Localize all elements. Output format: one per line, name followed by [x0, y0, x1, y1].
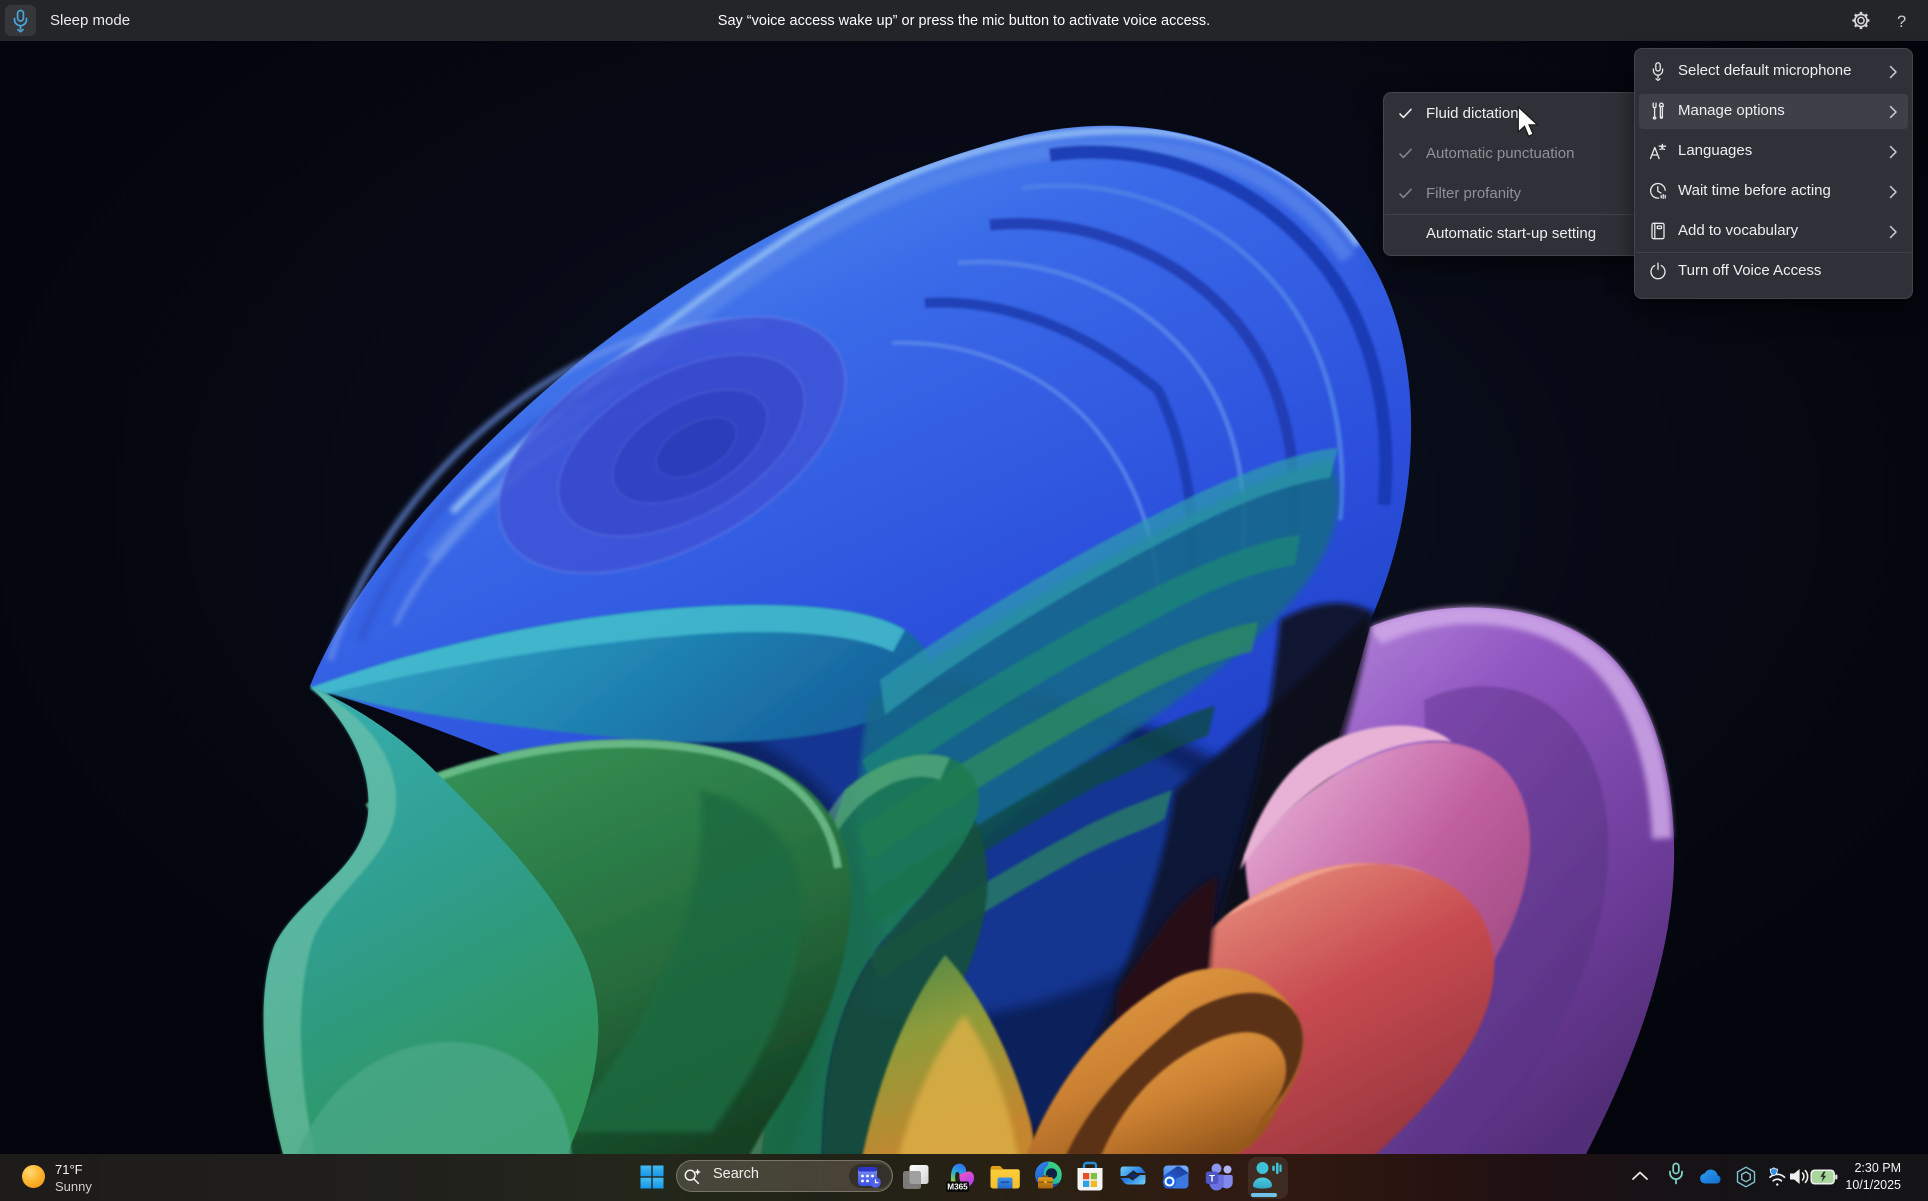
svg-text:M365: M365: [947, 1183, 968, 1192]
svg-text:T: T: [1209, 1174, 1215, 1185]
svg-text:?: ?: [1897, 13, 1906, 31]
